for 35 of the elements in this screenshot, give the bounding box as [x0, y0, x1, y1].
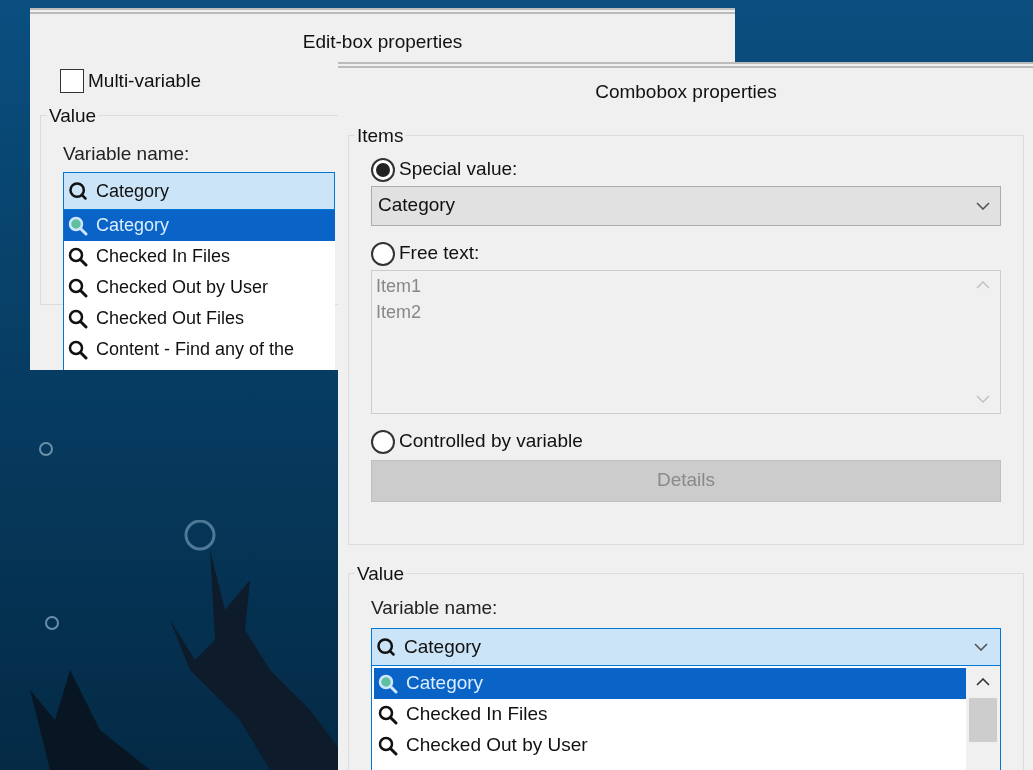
search-icon [68, 308, 88, 329]
radio-button[interactable] [371, 157, 395, 182]
bubble-icon [45, 616, 59, 630]
search-icon [378, 673, 398, 694]
radio-label: Free text: [399, 241, 480, 266]
chevron-down-icon [976, 394, 990, 403]
window-title: Edit-box properties [301, 30, 464, 54]
search-icon [378, 704, 398, 725]
field-label: Variable name: [63, 142, 191, 166]
checkbox-label: Multi-variable [88, 68, 201, 93]
search-icon [68, 277, 88, 298]
radio-label: Controlled by variable [399, 429, 583, 454]
special-value-dropdown[interactable]: Category [371, 185, 1001, 226]
search-icon [68, 215, 88, 236]
search-icon [68, 246, 88, 267]
checkbox[interactable] [60, 68, 84, 93]
search-icon [378, 735, 398, 756]
variable-combobox[interactable]: Category [371, 628, 1001, 666]
chevron-up-icon [976, 280, 990, 289]
window-title: Combobox properties [594, 80, 778, 104]
search-icon [68, 339, 88, 360]
variable-combobox[interactable]: Category [63, 172, 335, 210]
radio-label: Special value: [399, 157, 518, 182]
field-label: Variable name: [371, 595, 499, 620]
chevron-up-icon [976, 678, 990, 686]
text-line: Item2 [376, 300, 423, 324]
dropdown-option[interactable]: Category [374, 668, 966, 699]
chevron-down-icon [974, 643, 988, 651]
scrollbar-thumb[interactable] [969, 698, 997, 742]
text-line: Item1 [376, 274, 423, 298]
dropdown-option[interactable]: Category [64, 210, 335, 241]
search-icon [376, 637, 396, 657]
chevron-down-icon [976, 201, 990, 210]
bubble-icon [39, 442, 53, 456]
search-icon [68, 181, 88, 201]
